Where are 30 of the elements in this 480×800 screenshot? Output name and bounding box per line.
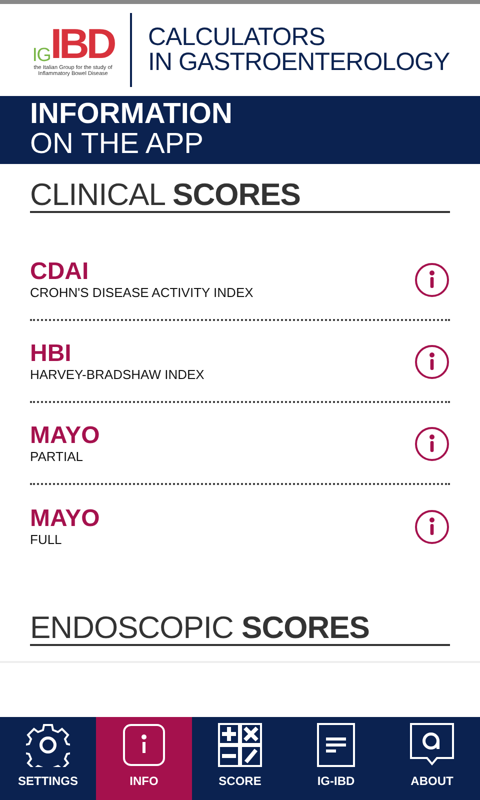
score-description: HARVEY-BRADSHAW INDEX bbox=[30, 367, 206, 383]
nav-tab[interactable]: ABOUT bbox=[384, 717, 480, 800]
info-icon[interactable] bbox=[414, 344, 450, 380]
score-description: FULL bbox=[30, 532, 63, 548]
nav-tab[interactable]: IG-IBD bbox=[288, 717, 384, 800]
info-icon[interactable] bbox=[414, 262, 450, 298]
calculator-icon bbox=[218, 723, 262, 767]
banner-subtitle: ON THE APP bbox=[30, 129, 205, 159]
score-description: CROHN'S DISEASE ACTIVITY INDEX bbox=[30, 285, 254, 301]
app-title: IN GASTROENTEROLOGY bbox=[148, 50, 450, 75]
section-heading: ENDOSCOPIC SCORES bbox=[30, 597, 450, 646]
speech-bubble-icon bbox=[410, 723, 454, 767]
logo-prefix: IG bbox=[32, 46, 50, 65]
score-name[interactable]: HBI bbox=[30, 341, 414, 367]
score-name[interactable]: MAYO bbox=[30, 423, 414, 449]
nav-tab[interactable]: SETTINGS bbox=[0, 717, 96, 800]
section-heading: CLINICAL SCORES bbox=[30, 164, 450, 213]
score-name[interactable]: MAYO bbox=[30, 506, 414, 532]
info-icon[interactable] bbox=[414, 426, 450, 462]
nav-tab[interactable]: INFO bbox=[96, 717, 192, 800]
document-icon bbox=[317, 723, 355, 767]
nav-tab[interactable]: SCORE bbox=[192, 717, 288, 800]
score-name[interactable]: CDAI bbox=[30, 259, 414, 285]
gear-icon bbox=[26, 723, 70, 767]
info-icon[interactable] bbox=[414, 509, 450, 545]
app-title: CALCULATORS bbox=[148, 25, 326, 50]
banner-title: INFORMATION bbox=[30, 99, 234, 129]
logo-wordmark: IBD bbox=[50, 23, 114, 65]
score-description: PARTIAL bbox=[30, 449, 84, 465]
info-icon bbox=[123, 724, 165, 766]
